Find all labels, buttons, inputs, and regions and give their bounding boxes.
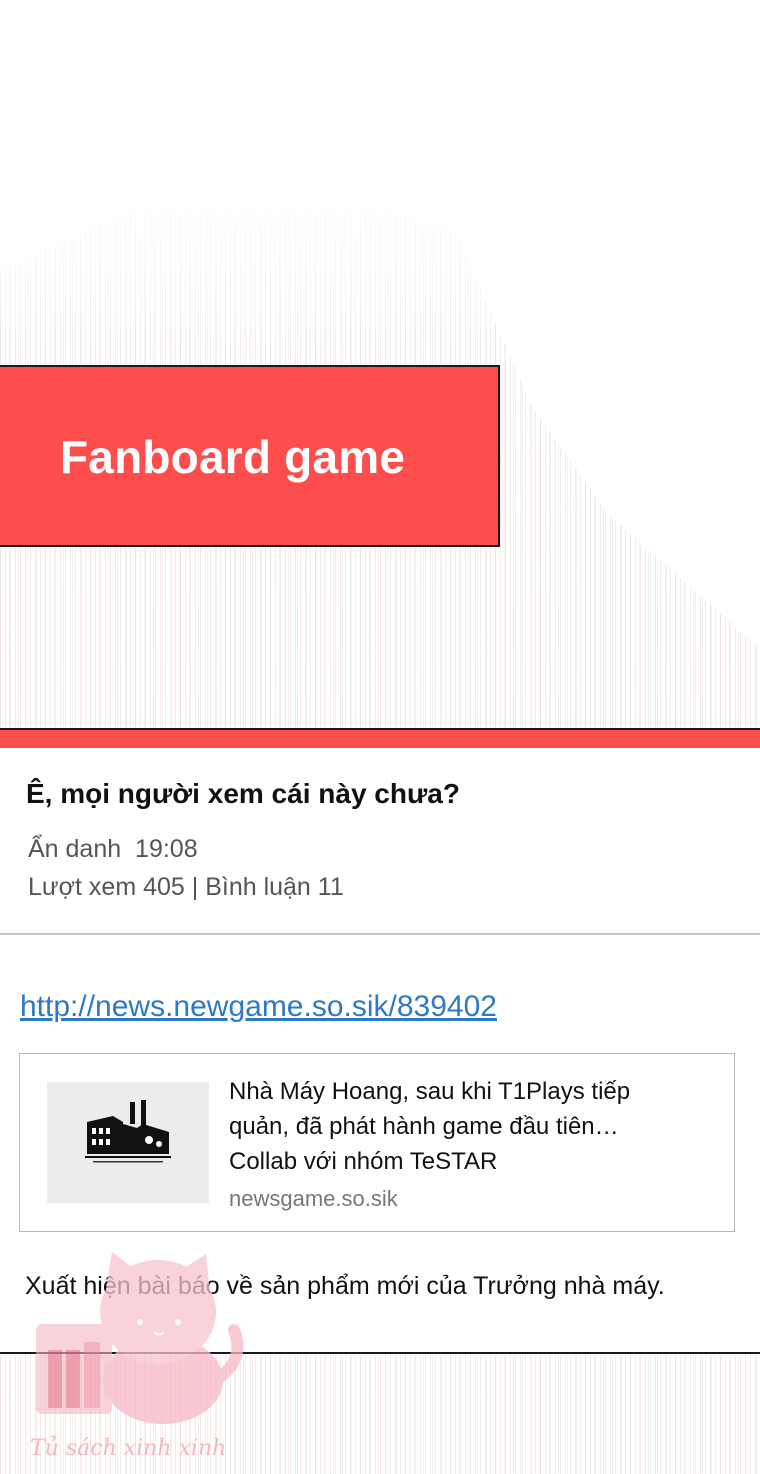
post-stats: Lượt xem 405 | Bình luận 11 — [28, 873, 344, 901]
preview-title-line: quản, đã phát hành game đầu tiên… — [229, 1113, 619, 1140]
preview-title-line: Collab với nhóm TeSTAR — [229, 1148, 498, 1175]
watermark-text: Tủ sách xinh xinh — [30, 1436, 227, 1461]
preview-domain: newsgame.so.sik — [229, 1186, 398, 1211]
post-time: 19:08 — [135, 835, 198, 863]
post-meta: Ẩn danh 19:08 — [28, 835, 198, 864]
link-preview-card[interactable]: Nhà Máy Hoang, sau khi T1Plays tiếp quản… — [19, 1053, 735, 1232]
board-title: Fanboard game — [60, 431, 406, 483]
panel-header-bar — [0, 728, 760, 748]
factory-icon — [85, 1100, 171, 1163]
watermark: Tủ sách xinh xinh — [28, 1250, 248, 1474]
preview-title-line: Nhà Máy Hoang, sau khi T1Plays tiếp — [229, 1078, 631, 1105]
preview-title: Nhà Máy Hoang, sau khi T1Plays tiếp quản… — [229, 1074, 699, 1179]
post-title: Ê, mọi người xem cái này chưa? — [26, 778, 460, 809]
watermark-cat-logo — [36, 1252, 244, 1424]
post-author: Ẩn danh — [28, 835, 122, 863]
divider — [0, 933, 760, 935]
article-link[interactable]: http://news.newgame.so.sik/839402 — [20, 990, 497, 1024]
preview-thumbnail — [47, 1082, 209, 1203]
